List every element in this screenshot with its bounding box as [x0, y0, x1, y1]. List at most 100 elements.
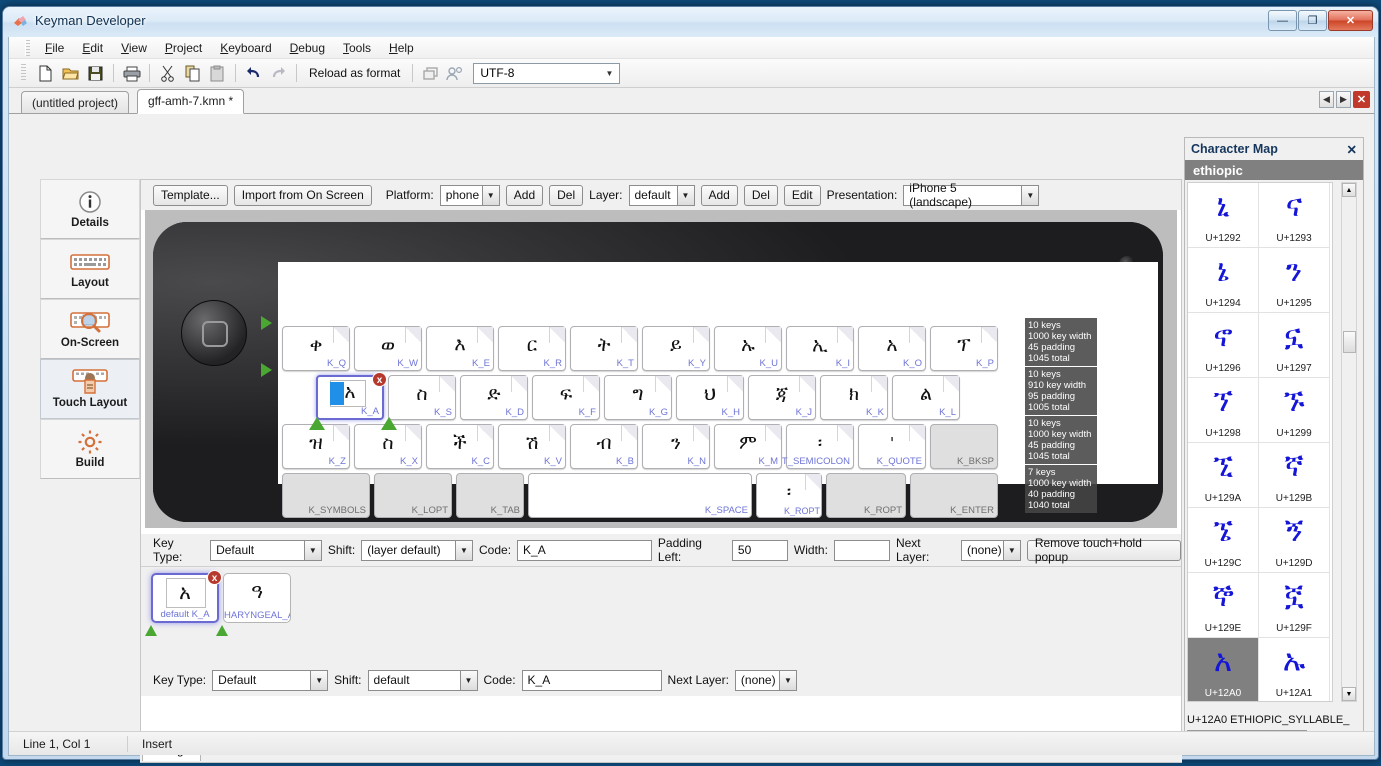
key-K_LOPT[interactable]: K_LOPT — [374, 473, 452, 518]
key-T_SEMICOLON[interactable]: ፡ T_SEMICOLON — [782, 424, 854, 469]
add-popup-key-marker-left[interactable] — [145, 625, 157, 636]
key-K_A[interactable]: አ x K_A — [316, 372, 387, 420]
menu-keyboard[interactable]: Keyboard — [211, 38, 280, 58]
print-icon[interactable] — [120, 62, 143, 85]
menu-view[interactable]: View — [112, 38, 156, 58]
import-from-on-screen-button[interactable]: Import from On Screen — [233, 184, 372, 206]
toolbar-grip[interactable] — [21, 64, 26, 82]
key-K_SPACE[interactable]: K_SPACE — [528, 473, 752, 518]
sidebar-item-on-screen[interactable]: On-Screen — [40, 299, 140, 359]
tab-gff-amh-7[interactable]: gff-amh-7.kmn * — [137, 89, 245, 114]
menu-grip[interactable] — [25, 39, 30, 56]
open-folder-icon[interactable] — [59, 62, 82, 85]
key-K_O[interactable]: አ K_O — [858, 326, 926, 371]
close-button[interactable]: ✕ — [1328, 10, 1373, 31]
char-cell[interactable]: ኖ U+1296 — [1188, 313, 1259, 378]
key-type-combo[interactable]: Default ▼ — [210, 539, 322, 561]
shift-combo[interactable]: (layer default) ▼ — [361, 539, 474, 561]
key-K_TAB[interactable]: K_TAB — [456, 473, 524, 518]
char-cell[interactable]: ና U+1293 — [1259, 183, 1330, 248]
popup-shift-combo[interactable]: default ▼ — [367, 669, 478, 691]
next-layer-combo[interactable]: (none) ▼ — [960, 539, 1021, 561]
padding-left-input[interactable]: 50 — [731, 539, 788, 561]
key-K_Z[interactable]: ዝ K_Z — [282, 424, 350, 469]
key-K_E[interactable]: እ K_E — [426, 326, 494, 371]
platform-combo[interactable]: phone ▼ — [439, 184, 500, 206]
character-grid[interactable]: ኒ U+1292 ና U+1293 ኔ U+1294 ን U+1295 ኖ U+1296 … — [1187, 182, 1333, 702]
char-cell[interactable]: ኗ U+1297 — [1259, 313, 1330, 378]
remove-touch-hold-popup-button[interactable]: Remove touch+hold popup — [1026, 536, 1182, 564]
key-K_P[interactable]: ፕ K_P — [930, 326, 998, 371]
key-K_B[interactable]: ብ K_B — [570, 424, 638, 469]
char-cell[interactable]: ኟ U+129F — [1259, 573, 1330, 638]
key-K_K[interactable]: ክ K_K — [820, 375, 888, 420]
key-K_L[interactable]: ል K_L — [892, 375, 960, 420]
key-K_J[interactable]: ጃ K_J — [748, 375, 816, 420]
delete-key-icon[interactable]: x — [207, 570, 222, 585]
scroll-down-icon[interactable]: ▼ — [1342, 687, 1356, 701]
key-K_SYMBOLS[interactable]: K_SYMBOLS — [282, 473, 370, 518]
char-cell-selected[interactable]: አ U+12A0 — [1188, 638, 1259, 701]
layer-combo[interactable]: default ▼ — [628, 184, 695, 206]
platform-add-button[interactable]: Add — [505, 184, 544, 206]
copy-icon[interactable] — [181, 62, 204, 85]
row-insert-arrow-1[interactable] — [261, 316, 272, 330]
popup-code-input[interactable]: K_A — [521, 669, 662, 691]
key-K_T[interactable]: ት K_T — [570, 326, 638, 371]
popup-key-type-combo[interactable]: Default ▼ — [212, 669, 329, 691]
char-cell[interactable]: ኞ U+129E — [1188, 573, 1259, 638]
sidebar-item-build[interactable]: Build — [40, 419, 140, 479]
tab-untitled-project[interactable]: (untitled project) — [21, 91, 130, 114]
char-cell[interactable]: ን U+1295 — [1259, 248, 1330, 313]
key-K_ROPT[interactable]: K_ROPT — [826, 473, 906, 518]
delete-key-icon[interactable]: x — [372, 372, 387, 387]
reload-as-format-button[interactable]: Reload as format — [303, 63, 406, 83]
minimize-button[interactable]: — — [1268, 10, 1297, 31]
char-cell[interactable]: ኘ U+1298 — [1188, 378, 1259, 443]
char-cell[interactable]: ኚ U+129A — [1188, 443, 1259, 508]
menu-debug[interactable]: Debug — [281, 38, 334, 58]
layer-del-button[interactable]: Del — [743, 184, 778, 206]
key-K_QUOTE[interactable]: ' K_QUOTE — [858, 424, 926, 469]
key-K_H[interactable]: ህ K_H — [676, 375, 744, 420]
key-K_M[interactable]: ም K_M — [714, 424, 782, 469]
close-icon[interactable]: ✕ — [1347, 142, 1357, 157]
key-K_X[interactable]: ስ K_X — [354, 424, 422, 469]
key-K_I[interactable]: ኢ K_I — [786, 326, 854, 371]
template-button[interactable]: Template... — [153, 184, 228, 206]
new-file-icon[interactable] — [34, 62, 57, 85]
key-K_Q[interactable]: ቀ K_Q — [282, 326, 350, 371]
key-K_N[interactable]: ን K_N — [642, 424, 710, 469]
key-K_U[interactable]: ኡ K_U — [714, 326, 782, 371]
layer-add-button[interactable]: Add — [700, 184, 738, 206]
character-map-scrollbar[interactable]: ▲ ▼ — [1341, 182, 1357, 702]
users-icon[interactable] — [444, 62, 467, 85]
redo-icon[interactable] — [267, 62, 290, 85]
key-T_WORDSPACE[interactable]: ፡ K_ROPT — [756, 473, 822, 518]
char-cell[interactable]: ኛ U+129B — [1259, 443, 1330, 508]
scroll-up-icon[interactable]: ▲ — [1342, 183, 1356, 197]
sidebar-item-touch-layout[interactable]: Touch Layout — [40, 359, 140, 419]
char-cell[interactable]: ኝ U+129D — [1259, 508, 1330, 573]
popup-key-haryngeal-a[interactable]: ዓ HARYNGEAL_A — [223, 573, 291, 623]
tab-next-icon[interactable]: ▶ — [1336, 91, 1351, 108]
menu-project[interactable]: Project — [156, 38, 211, 58]
undo-icon[interactable] — [242, 62, 265, 85]
tab-close-icon[interactable]: ✕ — [1353, 91, 1370, 108]
sidebar-item-layout[interactable]: Layout — [40, 239, 140, 299]
key-K_BKSP[interactable]: K_BKSP — [930, 424, 998, 469]
char-cell[interactable]: ኔ U+1294 — [1188, 248, 1259, 313]
key-K_R[interactable]: ር K_R — [498, 326, 566, 371]
tab-prev-icon[interactable]: ◀ — [1319, 91, 1334, 108]
scrollbar-thumb[interactable] — [1343, 331, 1356, 353]
code-input[interactable]: K_A — [517, 539, 652, 561]
key-K_D[interactable]: ድ K_D — [460, 375, 528, 420]
layer-edit-button[interactable]: Edit — [783, 184, 821, 206]
key-K_S[interactable]: ስ K_S — [388, 375, 456, 420]
presentation-combo[interactable]: iPhone 5 (landscape) ▼ — [903, 181, 1040, 209]
menu-help[interactable]: Help — [380, 38, 423, 58]
paste-icon[interactable] — [206, 62, 229, 85]
menu-edit[interactable]: Edit — [73, 38, 112, 58]
char-cell[interactable]: ኡ U+12A1 — [1259, 638, 1330, 701]
add-popup-key-marker-right[interactable] — [216, 625, 228, 636]
